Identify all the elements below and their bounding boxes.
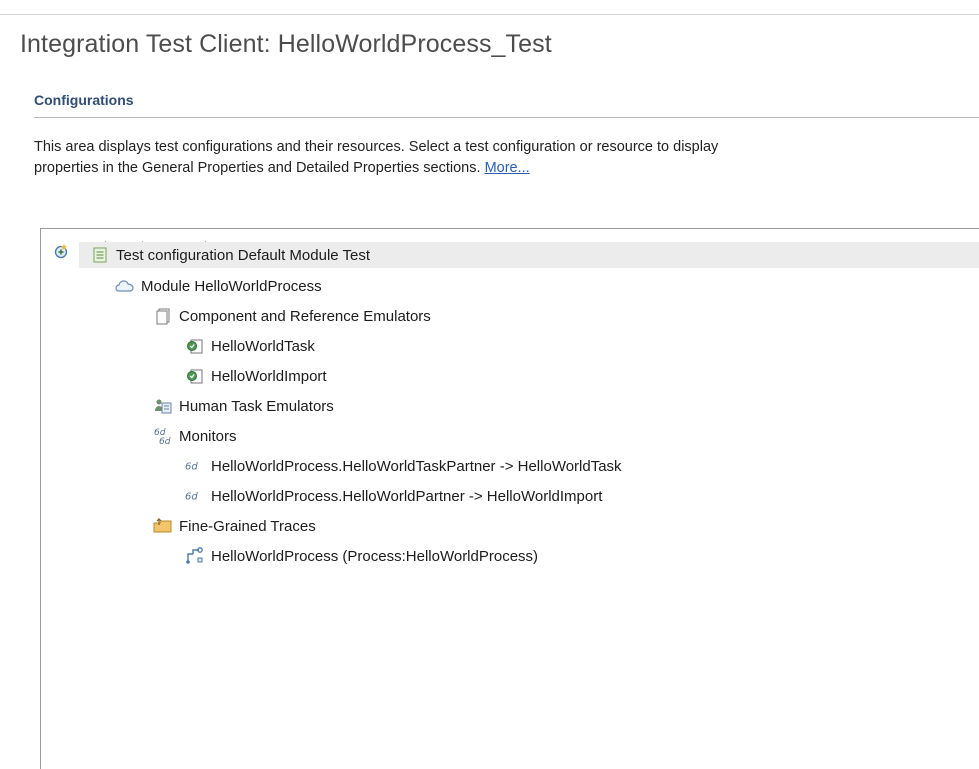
top-divider — [0, 14, 979, 15]
monitor-icon: 6d — [185, 486, 205, 506]
add-configuration-button[interactable] — [51, 241, 71, 261]
description-line-1: This area displays test configurations a… — [34, 139, 719, 155]
section-description: This area displays test configurations a… — [34, 137, 979, 179]
tree-item-test-configuration[interactable]: Test configuration Default Module Test — [79, 242, 979, 268]
traces-folder-icon — [153, 516, 173, 536]
tree-item-monitors[interactable]: 6d 6d Monitors — [153, 423, 237, 449]
tree-item-label: HelloWorldTask — [211, 337, 315, 355]
tree-item-process-trace[interactable]: HelloWorldProcess (Process:HelloWorldPro… — [185, 543, 538, 569]
tree-item-label: Test configuration Default Module Test — [116, 246, 371, 264]
tree-item-label: Monitors — [179, 427, 237, 445]
tree-item-label: HelloWorldProcess (Process:HelloWorldPro… — [211, 547, 539, 565]
monitors-icon: 6d 6d — [153, 426, 173, 446]
tree-item-label: Fine-Grained Traces — [179, 517, 316, 535]
svg-text:6d: 6d — [185, 492, 198, 503]
tree-item-component-reference-emulators[interactable]: Component and Reference Emulators — [153, 303, 431, 329]
emulator-icon — [185, 336, 205, 356]
description-line-2-text: properties in the General Properties and… — [34, 160, 481, 176]
tree-item-label: Human Task Emulators — [179, 397, 334, 415]
svg-text:6d: 6d — [185, 462, 198, 473]
test-configuration-icon — [90, 245, 110, 265]
tree-item-helloworldtask-emulator[interactable]: HelloWorldTask — [185, 333, 315, 359]
svg-text:6d: 6d — [159, 437, 171, 446]
more-link[interactable]: More... — [485, 160, 530, 176]
tree-item-module[interactable]: Module HelloWorldProcess — [115, 273, 322, 299]
tree-item-monitor-partner[interactable]: 6d HelloWorldProcess.HelloWorldPartner -… — [185, 483, 602, 509]
tree-item-helloworldimport-emulator[interactable]: HelloWorldImport — [185, 363, 327, 389]
section-title[interactable]: Configurations — [34, 92, 134, 108]
emulators-folder-icon — [153, 306, 173, 326]
tree-item-monitor-task-partner[interactable]: 6d HelloWorldProcess.HelloWorldTaskPartn… — [185, 453, 622, 479]
tree-item-human-task-emulators[interactable]: Human Task Emulators — [153, 393, 334, 419]
emulator-icon — [185, 366, 205, 386]
module-icon — [115, 276, 135, 296]
tree-item-label: HelloWorldProcess.HelloWorldTaskPartner … — [211, 457, 622, 475]
configurations-tree-panel: Test configuration Default Module Test M… — [40, 228, 979, 769]
tree-item-label: Component and Reference Emulators — [179, 307, 431, 325]
tree-item-label: HelloWorldProcess.HelloWorldPartner -> H… — [211, 487, 603, 505]
add-configuration-icon — [54, 244, 68, 259]
description-line-2: properties in the General Properties and… — [34, 158, 979, 179]
section-divider — [34, 117, 979, 118]
monitor-icon: 6d — [185, 456, 205, 476]
tree-item-fine-grained-traces[interactable]: Fine-Grained Traces — [153, 513, 316, 539]
process-icon — [185, 546, 205, 566]
page-title: Integration Test Client: HelloWorldProce… — [20, 30, 552, 58]
human-task-icon — [153, 396, 173, 416]
tree-item-label: HelloWorldImport — [211, 367, 327, 385]
tree-item-label: Module HelloWorldProcess — [141, 277, 322, 295]
